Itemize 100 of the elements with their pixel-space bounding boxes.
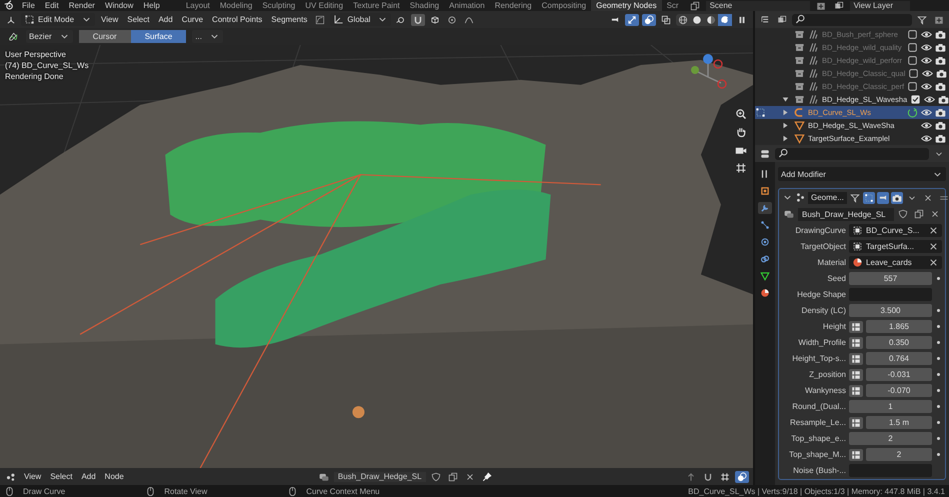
number-field[interactable]: 0.764 <box>866 352 932 365</box>
scene-field[interactable]: Scene <box>706 0 810 10</box>
close-icon[interactable] <box>928 241 939 252</box>
menu-item[interactable]: Help <box>140 1 163 10</box>
number-field[interactable]: -0.031 <box>866 368 932 381</box>
workspace-tab[interactable]: Texture Paint <box>348 0 405 11</box>
number-field[interactable]: 1 <box>849 400 932 413</box>
number-field[interactable]: -0.070 <box>866 384 932 397</box>
edit-mode-toggle[interactable] <box>862 192 875 204</box>
node-group-field[interactable]: Bush_Draw_Hedge_SL <box>334 472 426 482</box>
node-tree-browse-button[interactable] <box>782 208 796 220</box>
curve-type-dropdown[interactable]: Bezier <box>26 30 73 43</box>
keyframe-dot-icon[interactable] <box>937 373 940 376</box>
overlay-toggle[interactable] <box>642 14 656 26</box>
search-field[interactable] <box>792 14 912 26</box>
eye-icon[interactable] <box>921 133 932 144</box>
workspace-tab[interactable]: Rendering <box>490 0 537 11</box>
xray-toggle[interactable] <box>659 14 673 26</box>
keyframe-dot-icon[interactable] <box>937 421 940 424</box>
menu-item[interactable]: Render <box>66 1 98 10</box>
workspace-tab[interactable]: Sculpting <box>257 0 300 11</box>
attribute-toggle[interactable] <box>849 448 863 460</box>
number-field[interactable]: 2 <box>849 432 932 445</box>
workspace-tab[interactable]: Scr <box>662 0 684 11</box>
menu-item[interactable]: File <box>19 1 38 10</box>
eye-icon[interactable] <box>921 107 932 118</box>
eye-icon[interactable] <box>921 120 932 131</box>
render-toggle[interactable] <box>890 192 903 204</box>
modifier-name-field[interactable]: Geome... <box>808 192 847 204</box>
view-layer-field[interactable]: View Layer <box>850 0 910 10</box>
eye-icon[interactable] <box>922 68 934 79</box>
camera-icon[interactable] <box>938 94 949 105</box>
number-field[interactable]: 557 <box>849 272 932 285</box>
overlay-toggle[interactable] <box>735 470 750 482</box>
snap-button[interactable] <box>411 14 426 26</box>
workspace-tab[interactable]: Compositing <box>536 0 592 11</box>
search-field[interactable] <box>775 148 929 160</box>
keyframe-dot-icon[interactable] <box>937 437 940 440</box>
mode-dropdown[interactable]: Edit Mode <box>21 13 96 26</box>
camera-icon[interactable] <box>935 42 946 53</box>
eye-icon[interactable] <box>921 29 932 40</box>
fake-user-button[interactable] <box>896 208 910 220</box>
checkbox[interactable] <box>910 94 922 105</box>
orientation-dropdown[interactable]: Global <box>330 13 392 26</box>
attribute-toggle[interactable] <box>849 352 863 364</box>
workspace-tab[interactable]: Geometry Nodes <box>591 0 662 11</box>
menu-item[interactable]: View <box>98 15 122 24</box>
eye-icon[interactable] <box>921 81 932 92</box>
checkbox[interactable] <box>908 68 920 79</box>
camera-icon[interactable] <box>935 29 946 40</box>
modifier-tab[interactable] <box>758 202 772 214</box>
keyframe-dot-icon[interactable] <box>937 325 940 328</box>
workspace-tab[interactable]: Shading <box>404 0 444 11</box>
attribute-toggle[interactable] <box>849 368 863 380</box>
depth-option[interactable]: Surface <box>130 30 186 43</box>
menu-item[interactable]: Curve <box>178 15 206 24</box>
menu-item[interactable]: Add <box>78 472 99 481</box>
number-field[interactable]: 0.350 <box>866 336 932 349</box>
checkbox[interactable] <box>907 29 918 40</box>
workspace-tab[interactable]: Layout <box>180 0 215 11</box>
menu-item[interactable]: Control Points <box>209 15 266 24</box>
keyframe-dot-icon[interactable] <box>937 389 940 392</box>
camera-icon[interactable] <box>935 81 946 92</box>
keyframe-dot-icon[interactable] <box>937 453 940 456</box>
shading-mode-button[interactable] <box>676 14 690 26</box>
on-cage-toggle[interactable] <box>848 192 861 204</box>
camera-icon[interactable] <box>935 55 946 66</box>
attribute-toggle[interactable] <box>849 416 863 428</box>
add-modifier-dropdown[interactable]: Add Modifier <box>778 167 946 181</box>
menu-item[interactable]: Edit <box>42 1 62 10</box>
object-field[interactable]: TargetSurfa... <box>849 240 942 253</box>
number-field[interactable]: 1.5 m <box>866 416 932 429</box>
attribute-toggle[interactable] <box>849 384 863 396</box>
workspace-tab[interactable]: Modeling <box>214 0 258 11</box>
keyframe-dot-icon[interactable] <box>937 357 940 360</box>
checkbox[interactable] <box>907 42 918 53</box>
filter-button[interactable] <box>915 14 929 26</box>
number-field[interactable]: 2 <box>866 448 932 461</box>
attribute-toggle[interactable] <box>849 336 863 348</box>
camera-icon[interactable] <box>936 68 948 79</box>
workspace-tab[interactable]: Animation <box>444 0 490 11</box>
close-icon[interactable] <box>928 225 939 236</box>
eye-icon[interactable] <box>921 42 932 53</box>
checkbox[interactable] <box>907 55 918 66</box>
depth-option[interactable]: Cursor <box>78 30 131 43</box>
camera-icon[interactable] <box>935 120 946 131</box>
keyframe-dot-icon[interactable] <box>937 277 940 280</box>
checkbox[interactable] <box>907 81 918 92</box>
blender-logo-icon[interactable] <box>4 0 15 11</box>
viewport-toggle[interactable] <box>876 192 889 204</box>
draw-tool-button[interactable] <box>6 30 20 42</box>
number-field[interactable]: 3.500 <box>849 304 932 317</box>
camera-icon[interactable] <box>935 107 946 118</box>
object-field[interactable]: Leave_cards <box>849 256 942 269</box>
eye-icon[interactable] <box>924 94 936 105</box>
duplicate-button[interactable] <box>912 208 926 220</box>
menu-item[interactable]: Segments <box>268 15 310 24</box>
workspace-tab[interactable]: UV Editing <box>300 0 348 11</box>
attribute-toggle[interactable] <box>849 320 863 332</box>
data-tab[interactable] <box>758 270 772 282</box>
